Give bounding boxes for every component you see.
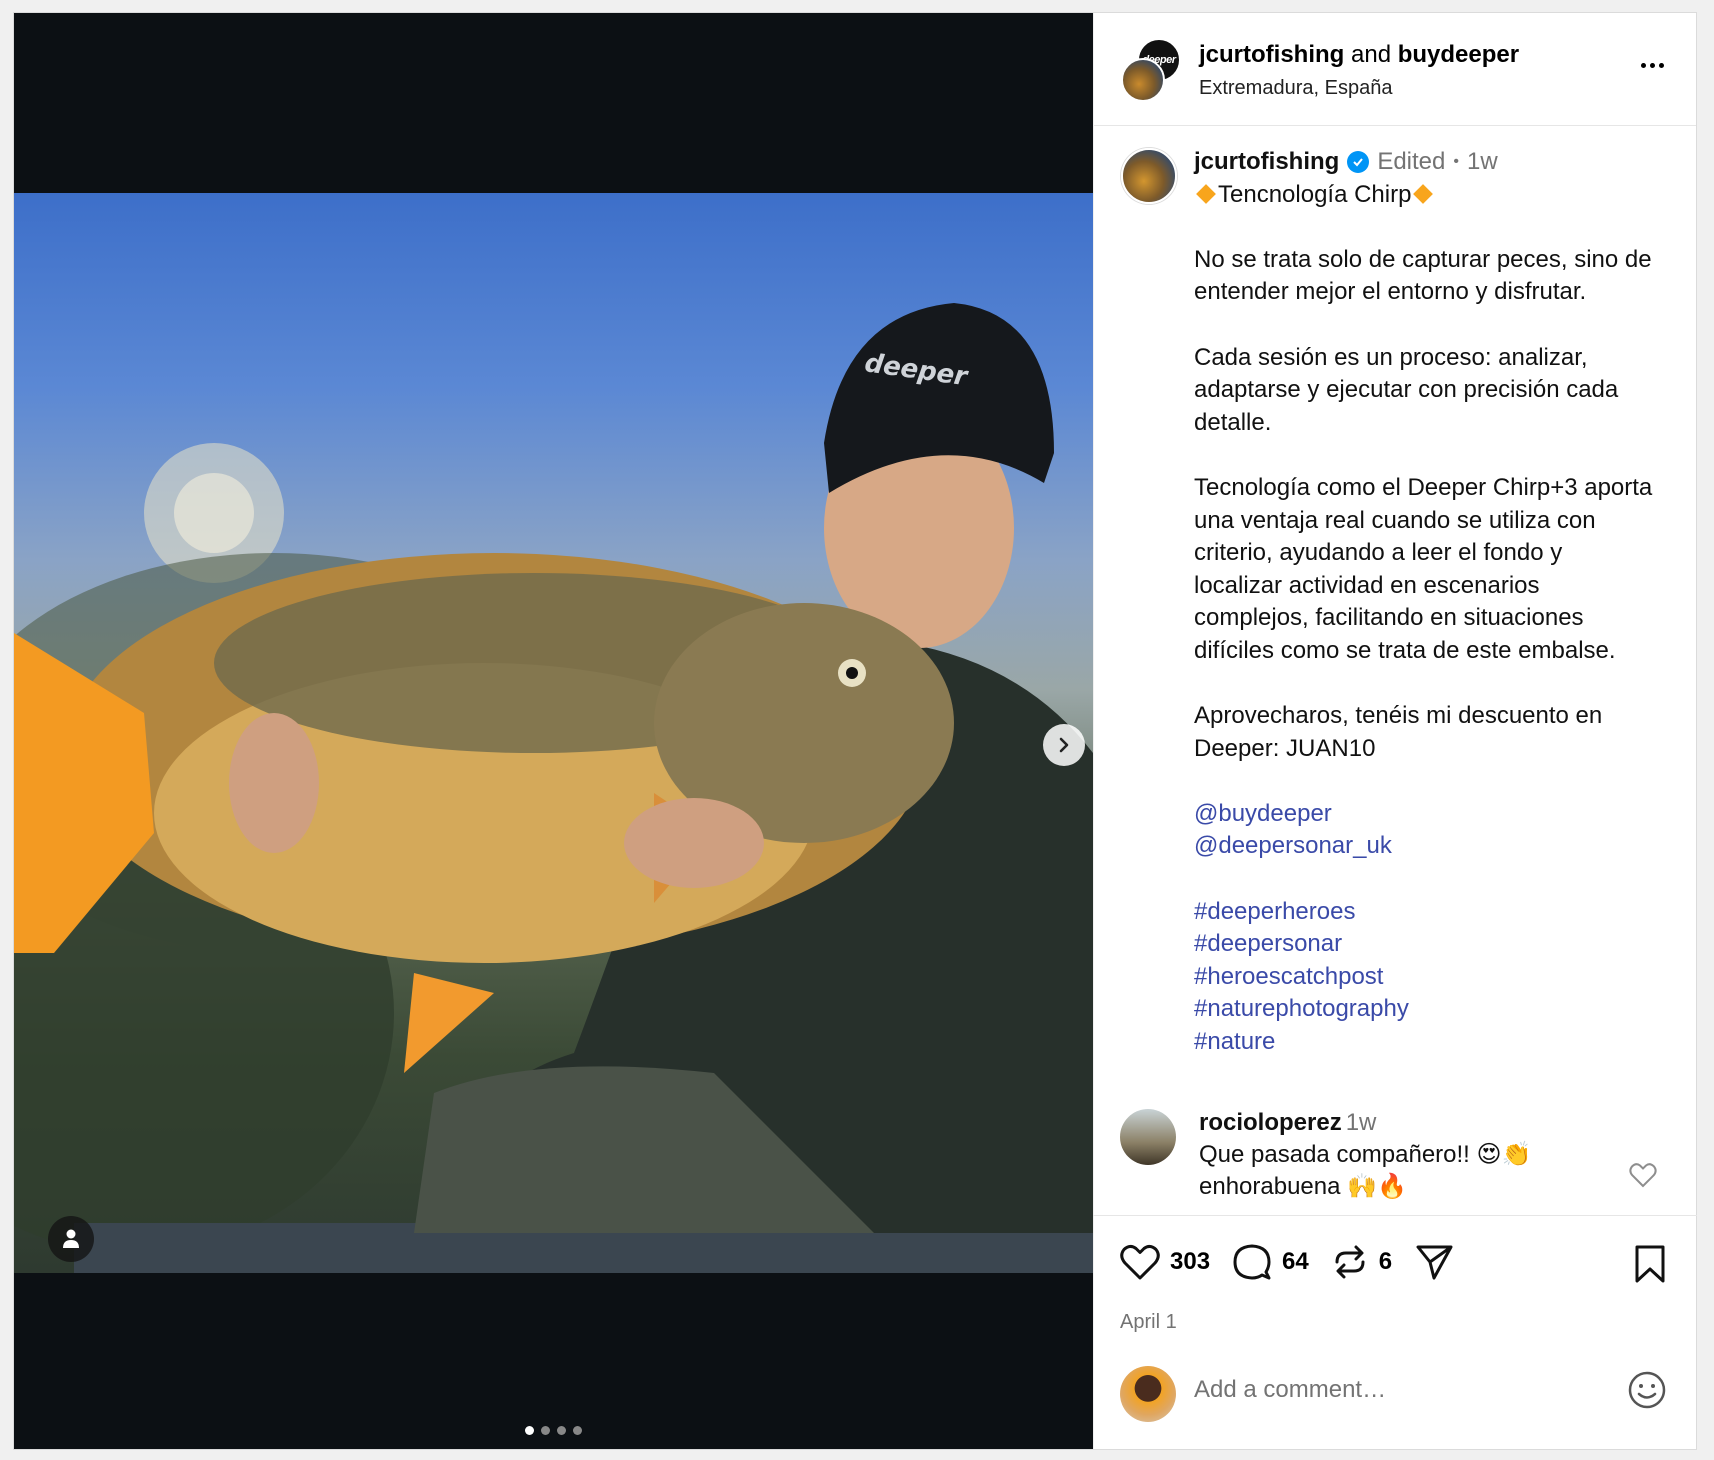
current-user-avatar xyxy=(1120,1366,1176,1422)
comment-username[interactable]: rocioloperez xyxy=(1199,1109,1342,1136)
action-bar: 303 64 6 April 1 Add a comment… xyxy=(1093,1215,1697,1450)
like-button[interactable]: 303 xyxy=(1120,1243,1210,1281)
heart-icon xyxy=(1120,1245,1160,1280)
comment-text-line2: enhorabuena 🙌🔥 xyxy=(1199,1173,1407,1200)
repost-count[interactable]: 6 xyxy=(1379,1248,1392,1276)
emoji-button[interactable] xyxy=(1627,1370,1667,1415)
carousel-dot-1 xyxy=(525,1426,534,1435)
post-date[interactable]: April 1 xyxy=(1120,1311,1177,1334)
carousel-dot-4 xyxy=(573,1426,582,1435)
emoji-icon xyxy=(1628,1371,1666,1409)
carousel-indicator xyxy=(14,1426,1093,1435)
save-button[interactable] xyxy=(1633,1244,1667,1289)
comment-avatar[interactable] xyxy=(1120,1109,1176,1165)
heart-outline-icon xyxy=(1629,1163,1657,1188)
repost-icon xyxy=(1335,1245,1365,1279)
next-slide-button[interactable] xyxy=(1043,724,1085,766)
comment-text-line1: Que pasada compañero!! 😍👏 xyxy=(1199,1141,1532,1168)
comment-time[interactable]: 1w xyxy=(1346,1109,1377,1136)
comment-button[interactable]: 64 xyxy=(1232,1242,1309,1282)
panel-overlay: rocioloperez 1w Que pasada compañero!! 😍👏… xyxy=(1093,12,1697,1450)
comment-like-button[interactable] xyxy=(1629,1162,1657,1193)
share-button[interactable] xyxy=(1414,1242,1454,1282)
comment-input[interactable] xyxy=(1194,1376,1574,1404)
repost-button[interactable]: 6 xyxy=(1331,1242,1392,1282)
carousel-dot-3 xyxy=(557,1426,566,1435)
photo-illustration: deeper xyxy=(14,303,1093,1273)
action-row: 303 64 6 xyxy=(1120,1242,1476,1282)
comment-icon xyxy=(1233,1244,1271,1280)
comment-count[interactable]: 64 xyxy=(1282,1248,1309,1276)
add-comment-bar xyxy=(1093,1366,1697,1451)
send-icon xyxy=(1416,1245,1453,1280)
post-photo[interactable]: deeper xyxy=(14,193,1093,1273)
carousel-dot-2 xyxy=(541,1426,550,1435)
media-viewer: deeper xyxy=(14,13,1093,1449)
bookmark-icon xyxy=(1635,1245,1665,1283)
comment: rocioloperez 1w Que pasada compañero!! 😍👏… xyxy=(1199,1107,1531,1203)
chevron-right-icon xyxy=(1059,737,1069,753)
user-icon xyxy=(63,1229,79,1248)
tagged-users-button[interactable] xyxy=(48,1216,94,1262)
like-count[interactable]: 303 xyxy=(1170,1248,1210,1276)
